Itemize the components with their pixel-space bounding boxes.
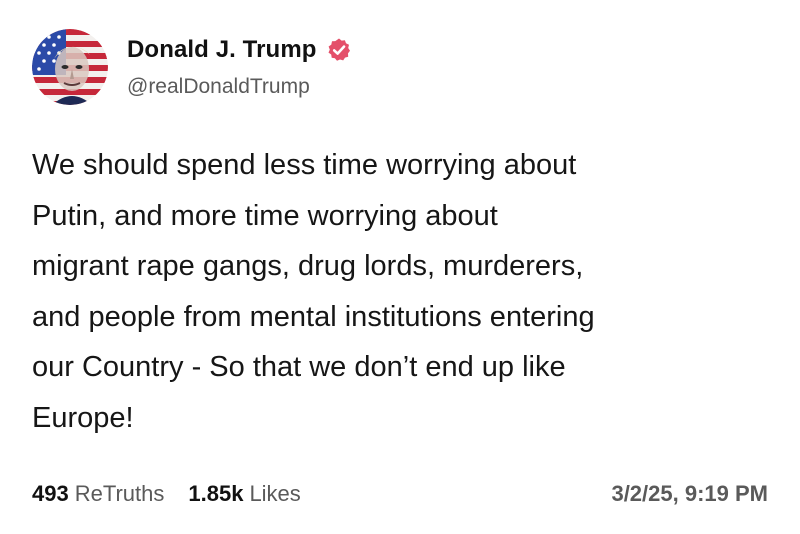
author-name-row: Donald J. Trump <box>127 36 352 64</box>
post-body-line: Putin, and more time worrying about <box>32 199 498 232</box>
author-handle[interactable]: @realDonaldTrump <box>127 75 310 99</box>
verified-badge-icon <box>326 37 352 63</box>
author-display-name[interactable]: Donald J. Trump <box>127 36 317 64</box>
post-timestamp[interactable]: 3/2/25, 9:19 PM <box>611 481 768 507</box>
post-body-line: Europe! <box>32 401 134 434</box>
post-stats: 493 ReTruths 1.85k Likes <box>32 481 301 507</box>
retruths-count: 493 <box>32 481 69 506</box>
likes-stat[interactable]: 1.85k Likes <box>188 481 300 507</box>
likes-count: 1.85k <box>188 481 244 506</box>
likes-label: Likes <box>249 481 301 506</box>
avatar[interactable] <box>32 29 108 105</box>
post-body-line: our Country - So that we don’t end up li… <box>32 351 566 383</box>
post-card: Donald J. Trump @realDonaldTrump We shou… <box>0 0 800 534</box>
post-body-line: migrant rape gangs, drug lords, murderer… <box>32 250 584 282</box>
retruths-stat[interactable]: 493 ReTruths <box>32 481 164 507</box>
flag-portrait-avatar-icon <box>32 29 108 105</box>
post-body: We should spend less time worrying about… <box>32 140 782 443</box>
retruths-label: ReTruths <box>74 481 165 506</box>
post-body-line: and people from mental institutions ente… <box>32 300 595 333</box>
post-body-line: We should spend less time worrying about <box>32 149 577 181</box>
